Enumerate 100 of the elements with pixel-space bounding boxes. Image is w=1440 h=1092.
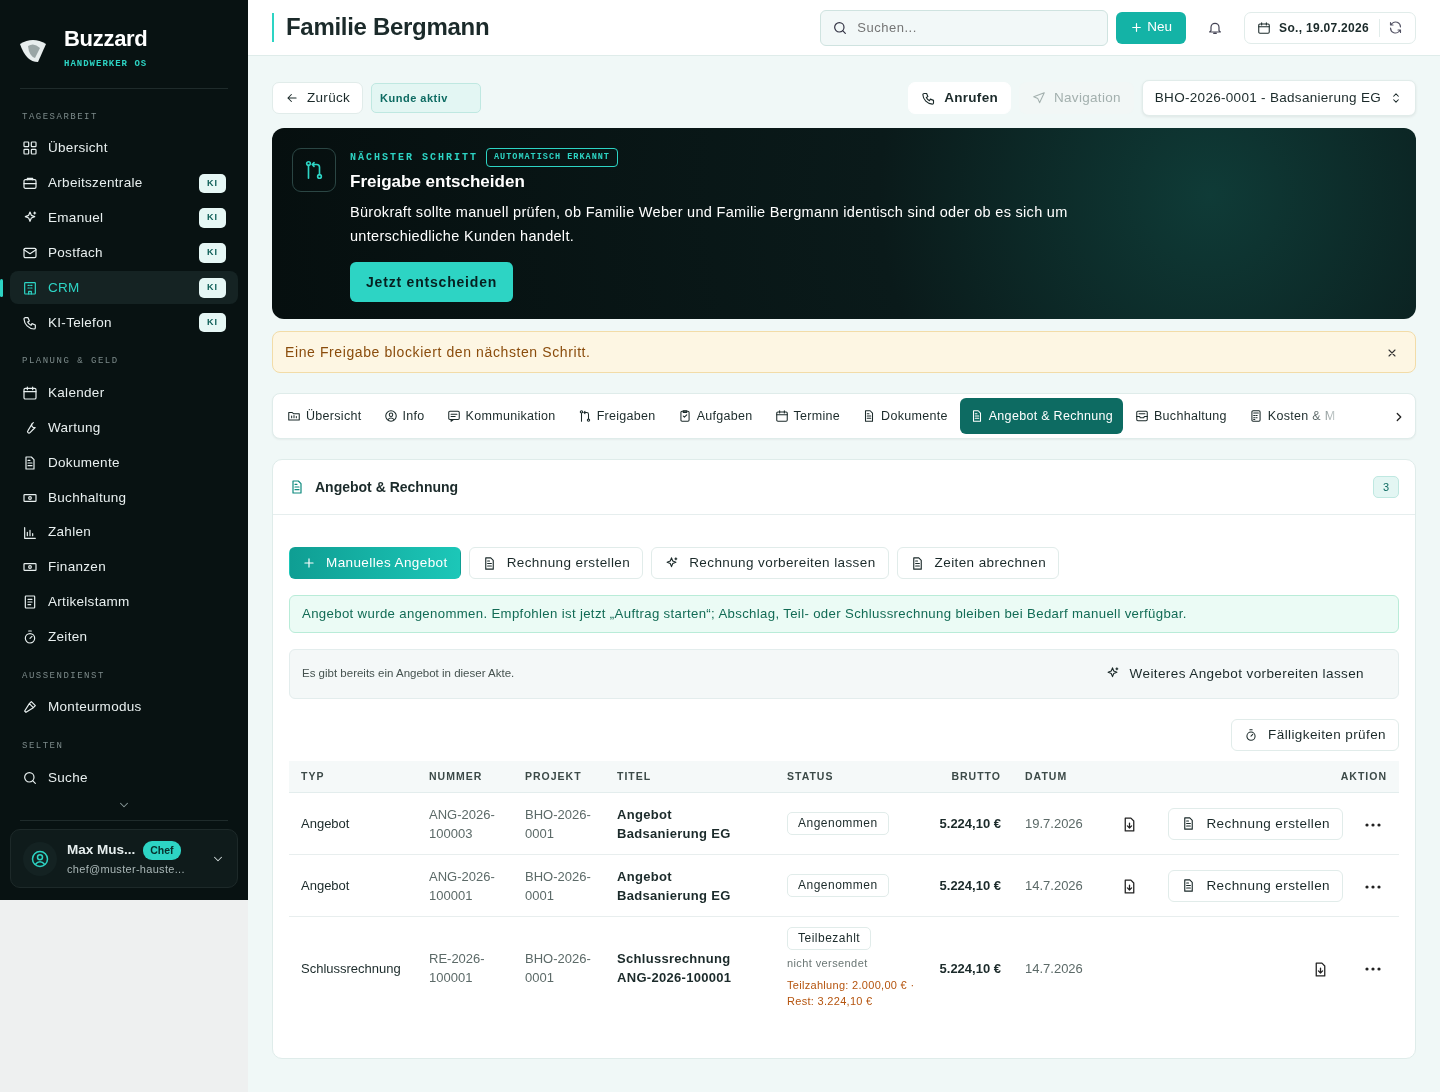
sidebar-item[interactable]: Kalender	[10, 376, 238, 410]
user-name: Max Mus...	[67, 841, 136, 860]
sidebar-item[interactable]: Zahlen	[10, 516, 238, 549]
action-button[interactable]: Zeiten abrechnen	[896, 547, 1060, 579]
status-tag: Kunde aktiv	[371, 82, 481, 114]
user-icon	[30, 848, 50, 869]
sidebar-item[interactable]: Suche	[10, 761, 238, 795]
sidebar-item[interactable]: Monteurmodus	[10, 691, 238, 724]
role-badge: Chef	[143, 840, 181, 861]
bar-chart-icon	[22, 524, 38, 541]
column-header: TYP	[289, 760, 417, 793]
table-cell: BHO-2026-0001	[525, 951, 591, 986]
tab[interactable]: Termine	[764, 398, 851, 434]
tab[interactable]: Übersicht	[277, 398, 372, 434]
briefcase-icon	[22, 175, 38, 192]
stopwatch-icon	[22, 629, 38, 646]
plus-icon	[1130, 21, 1144, 34]
table-cell: 14.7.2026	[1025, 960, 1083, 976]
phone-icon	[22, 314, 38, 331]
ai-badge: KI	[199, 312, 226, 333]
back-button[interactable]: Zurück	[272, 82, 364, 114]
more-icon	[1365, 822, 1381, 827]
tab[interactable]: Aufgaben	[667, 398, 763, 434]
tab[interactable]: Buchhaltung	[1125, 398, 1237, 434]
payment-info: Teilzahlung: 2.000,00 € · Rest: 3.224,10 €	[787, 978, 916, 1010]
sidebar-item[interactable]: KI-Telefon KI	[10, 306, 238, 340]
table-cell: Angebot	[301, 816, 350, 832]
tab[interactable]: Freigaben	[567, 398, 666, 434]
grid-icon	[22, 140, 38, 157]
table-cell: Angebot Badsanierung EG	[617, 868, 731, 903]
clipboard-icon	[677, 409, 692, 423]
table-cell: BHO-2026-0001	[525, 806, 591, 841]
tab[interactable]: Kommunikation	[436, 398, 566, 434]
table-cell: ANG-2026-100003	[429, 806, 495, 841]
action-button[interactable]: Rechnung erstellen	[468, 547, 644, 579]
more-icon	[1365, 884, 1381, 889]
tab[interactable]: Kosten & M	[1238, 398, 1336, 434]
refresh-icon	[1388, 20, 1403, 35]
building-icon	[22, 279, 38, 296]
project-select[interactable]: BHO-2026-0001 - Badsanierung EG	[1141, 80, 1416, 116]
table-cell: Angebot	[301, 878, 350, 894]
action-button[interactable]: Rechnung vorbereiten lassen	[651, 547, 889, 579]
sidebar-item[interactable]: Übersicht	[10, 132, 238, 165]
create-invoice-button[interactable]: Rechnung erstellen	[1168, 869, 1343, 902]
sidebar-item[interactable]: Wartung	[10, 411, 238, 445]
sidebar-item[interactable]: Zeiten	[10, 620, 238, 654]
person-icon	[383, 409, 398, 423]
decide-button[interactable]: Jetzt entscheiden	[350, 262, 514, 303]
panel-title: Angebot & Rechnung	[315, 477, 459, 497]
table-cell: BHO-2026-0001	[525, 868, 591, 903]
sidebar-item[interactable]: Artikelstamm	[10, 585, 238, 619]
due-check-button[interactable]: Fälligkeiten prüfen	[1231, 718, 1399, 751]
section-heading: AUSSENDIENST	[21, 669, 106, 683]
plus-icon	[302, 556, 316, 570]
call-button[interactable]: Anrufen	[908, 82, 1011, 114]
tab[interactable]: Info	[373, 398, 435, 434]
mail-icon	[22, 245, 38, 261]
search-field[interactable]: Suchen...	[820, 9, 1109, 46]
ai-badge: KI	[199, 173, 226, 194]
status-badge: Teilbezahlt	[787, 927, 872, 951]
sidebar-item[interactable]: Arbeitszentrale KI	[10, 166, 238, 200]
receipt-icon	[22, 594, 38, 611]
table-cell: 14.7.2026	[1025, 878, 1083, 894]
success-note: Angebot wurde angenommen. Empfohlen ist jetzt „Auftrag starten“; Abschlag, Teil- oder Schlussrechnung bleiben bei Bedarf manuell verfügbar.	[289, 595, 1399, 633]
sidebar-item[interactable]: Finanzen	[10, 550, 238, 584]
column-header: DATUM	[1013, 760, 1097, 793]
table-cell: 5.224,10 €	[939, 960, 1001, 976]
tab[interactable]: Angebot & Rechnung	[959, 398, 1123, 434]
table-cell: 5.224,10 €	[939, 878, 1001, 894]
column-header: AKTION	[1097, 760, 1399, 793]
sidebar-item[interactable]: Emanuel KI	[10, 201, 238, 235]
send-status: nicht versendet	[787, 956, 869, 972]
brand-name: Buzzard	[64, 28, 148, 50]
date-picker[interactable]: So., 19.07.2026	[1244, 11, 1416, 44]
calendar-icon	[1257, 20, 1272, 35]
ai-badge: KI	[199, 243, 226, 263]
eyebrow-label: NÄCHSTER SCHRITT	[350, 150, 478, 165]
next-step-text: Bürokraft sollte manuell prüfen, ob Familie Weber und Familie Bergmann identisch sind oder ob es sich um unterschiedliche Kunden handelt.	[350, 203, 1069, 247]
user-card[interactable]: Max Mus... Chef chef@muster-hauste...	[10, 829, 238, 888]
create-invoice-button[interactable]: Rechnung erstellen	[1168, 807, 1343, 840]
document-icon	[22, 454, 38, 471]
tab[interactable]: Dokumente	[852, 398, 958, 434]
search-icon	[22, 769, 38, 786]
table-cell: 19.7.2026	[1025, 816, 1083, 832]
auto-tag: AUTOMATISCH ERKANNT	[486, 148, 618, 167]
count-badge: 3	[1372, 475, 1399, 499]
alert-text: Eine Freigabe blockiert den nächsten Schritt.	[285, 342, 591, 362]
message-icon	[446, 409, 461, 423]
bell-icon	[1207, 20, 1224, 37]
prepare-offer-button[interactable]: Weiteres Angebot vorbereiten lassen	[1098, 662, 1370, 685]
section-heading: SELTEN	[21, 739, 65, 753]
next-step-title: Freigabe entscheiden	[350, 170, 526, 193]
calendar-icon	[774, 409, 789, 423]
search-icon	[832, 19, 849, 36]
sidebar-item[interactable]: Postfach KI	[10, 236, 238, 270]
sidebar-item[interactable]: Buchhaltung	[10, 481, 238, 515]
table-cell: RE-2026-100001	[429, 951, 485, 986]
sidebar-item[interactable]: Dokumente	[10, 446, 238, 480]
column-header: STATUS	[775, 760, 925, 793]
column-header: BRUTTO	[925, 760, 1013, 793]
